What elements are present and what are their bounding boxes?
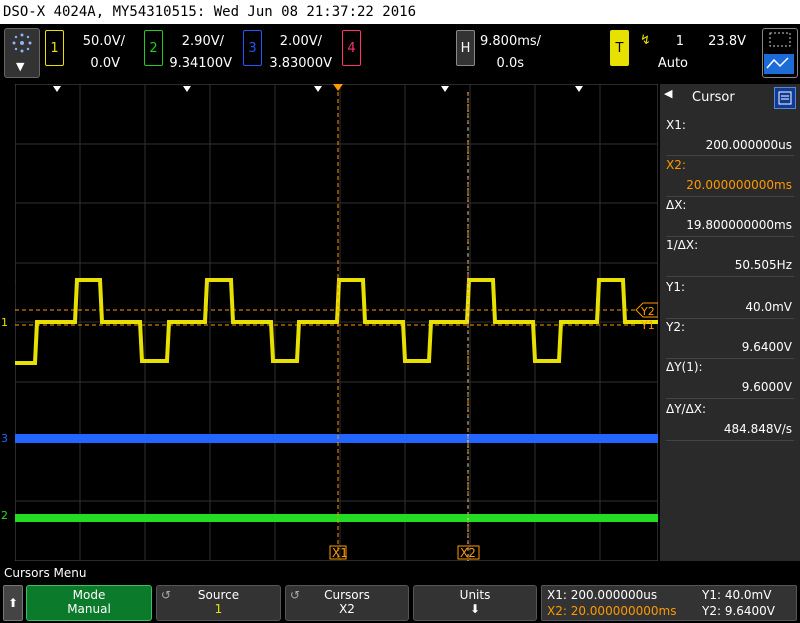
header-bar: ▼ 1 50.0V/ 0.0V 2 2.90V/ 9.34100V 3 2.00… bbox=[0, 24, 800, 84]
delta-y-over-delta-x-value: 484.848V/s bbox=[723, 422, 792, 436]
y2-footer-readout: Y2: 9.6400V bbox=[702, 604, 776, 618]
channel-2-scale[interactable]: 2.90V/ bbox=[168, 34, 224, 49]
x2-readout-value: 20.000000000ms bbox=[686, 178, 792, 192]
trigger-edge-icon: ↯ bbox=[640, 33, 651, 48]
units-softkey[interactable]: Units ⬇ bbox=[413, 585, 537, 621]
horizontal-delay[interactable]: 0.0s bbox=[480, 56, 524, 71]
inverse-delta-x-label: 1/ΔX: bbox=[666, 238, 699, 252]
trigger-level[interactable]: 23.8V bbox=[700, 34, 746, 49]
cursor-panel-title: Cursor bbox=[692, 90, 735, 105]
units-softkey-label: Units bbox=[459, 588, 491, 602]
y1-footer-readout: Y1: 40.0mV bbox=[702, 588, 772, 602]
channel-2-trace bbox=[15, 514, 658, 522]
delta-x-label: ΔX: bbox=[666, 198, 687, 212]
delta-x-value: 19.800000000ms bbox=[686, 218, 792, 232]
y1-cursor-label: Y1 bbox=[640, 319, 655, 332]
x1-footer-readout: X1: 200.000000us bbox=[547, 588, 658, 602]
cursors-softkey-label: Cursors bbox=[324, 588, 370, 602]
y1-readout-value: 40.0mV bbox=[745, 300, 792, 314]
menu-title: Cursors Menu bbox=[4, 566, 87, 580]
collapse-arrow-icon: ◀ bbox=[664, 87, 673, 100]
display-icon bbox=[769, 32, 791, 47]
channel-3-offset[interactable]: 3.83000V bbox=[266, 56, 332, 71]
channel-1-badge[interactable]: 1 bbox=[45, 30, 64, 66]
cursors-softkey[interactable]: ↺ Cursors X2 bbox=[285, 585, 409, 621]
source-softkey-value: 1 bbox=[214, 602, 223, 616]
mode-softkey[interactable]: Mode Manual bbox=[26, 585, 152, 621]
trigger-badge[interactable]: T bbox=[610, 30, 629, 66]
agilent-spark-icon bbox=[12, 33, 32, 53]
channel-3-ground-marker[interactable]: 3 bbox=[1, 432, 8, 445]
trigger-mode[interactable]: Auto bbox=[654, 56, 688, 71]
back-button[interactable]: ⬆ bbox=[3, 585, 23, 621]
y2-readout-value: 9.6400V bbox=[741, 340, 792, 354]
chevron-down-icon: ▼ bbox=[16, 60, 25, 73]
source-softkey-label: Source bbox=[197, 588, 240, 602]
y2-cursor-label: Y2 bbox=[640, 305, 655, 318]
x1-readout-label: X1: bbox=[666, 118, 686, 132]
trigger-source[interactable]: 1 bbox=[668, 34, 684, 49]
cursor-readout-box: X1: 200.000000us X2: 20.000000000ms Y1: … bbox=[541, 585, 797, 621]
inverse-delta-x-value: 50.505Hz bbox=[734, 258, 792, 272]
channel-3-scale[interactable]: 2.00V/ bbox=[266, 34, 322, 49]
x2-cursor-label: X2 bbox=[460, 546, 476, 560]
wave-control-button[interactable] bbox=[762, 28, 798, 78]
channel-2-offset[interactable]: 9.34100V bbox=[166, 56, 232, 71]
mode-softkey-value: Manual bbox=[67, 602, 111, 616]
horizontal-badge[interactable]: H bbox=[456, 30, 475, 66]
delta-y-value: 9.6000V bbox=[741, 380, 792, 394]
waveform-display[interactable]: X1 X2 Y2 Y1 T bbox=[15, 84, 658, 561]
channel-2-ground-marker[interactable]: 2 bbox=[1, 509, 8, 522]
x1-cursor-label: X1 bbox=[332, 546, 348, 560]
delta-y-over-delta-x-label: ΔY/ΔX: bbox=[666, 402, 707, 416]
channel-1-scale[interactable]: 50.0V/ bbox=[70, 34, 125, 49]
horizontal-scale[interactable]: 9.800ms/ bbox=[480, 34, 541, 49]
menu-logo-button[interactable]: ▼ bbox=[4, 28, 40, 78]
channel-1-offset[interactable]: 0.0V bbox=[70, 56, 120, 71]
title-bar: DSO-X 4024A, MY54310515: Wed Jun 08 21:3… bbox=[0, 0, 800, 24]
y2-readout-label: Y2: bbox=[666, 320, 686, 334]
channel-3-badge[interactable]: 3 bbox=[243, 30, 262, 66]
channel-4-badge[interactable]: 4 bbox=[342, 30, 361, 66]
channel-1-ground-marker[interactable]: 1 bbox=[1, 316, 8, 329]
x1-readout-value: 200.000000us bbox=[705, 138, 792, 152]
mode-softkey-label: Mode bbox=[72, 588, 106, 602]
rotate-knob-icon: ↺ bbox=[290, 588, 301, 602]
delta-y-label: ΔY(1): bbox=[666, 360, 703, 374]
up-arrow-icon: ⬆ bbox=[7, 596, 19, 610]
cursor-panel-header[interactable]: ◀ Cursor bbox=[660, 84, 800, 114]
y1-readout-label: Y1: bbox=[666, 280, 686, 294]
x2-footer-readout: X2: 20.000000000ms bbox=[547, 604, 677, 618]
panel-menu-icon[interactable] bbox=[774, 87, 796, 109]
cursors-softkey-value: X2 bbox=[339, 602, 355, 616]
channel-2-badge[interactable]: 2 bbox=[144, 30, 163, 66]
x2-readout-label: X2: bbox=[666, 158, 686, 172]
down-arrow-icon: ⬇ bbox=[469, 602, 481, 616]
source-softkey[interactable]: ↺ Source 1 bbox=[156, 585, 281, 621]
channel-3-trace bbox=[15, 434, 658, 443]
rotate-knob-icon: ↺ bbox=[161, 588, 172, 602]
measure-wave-icon bbox=[764, 54, 794, 74]
